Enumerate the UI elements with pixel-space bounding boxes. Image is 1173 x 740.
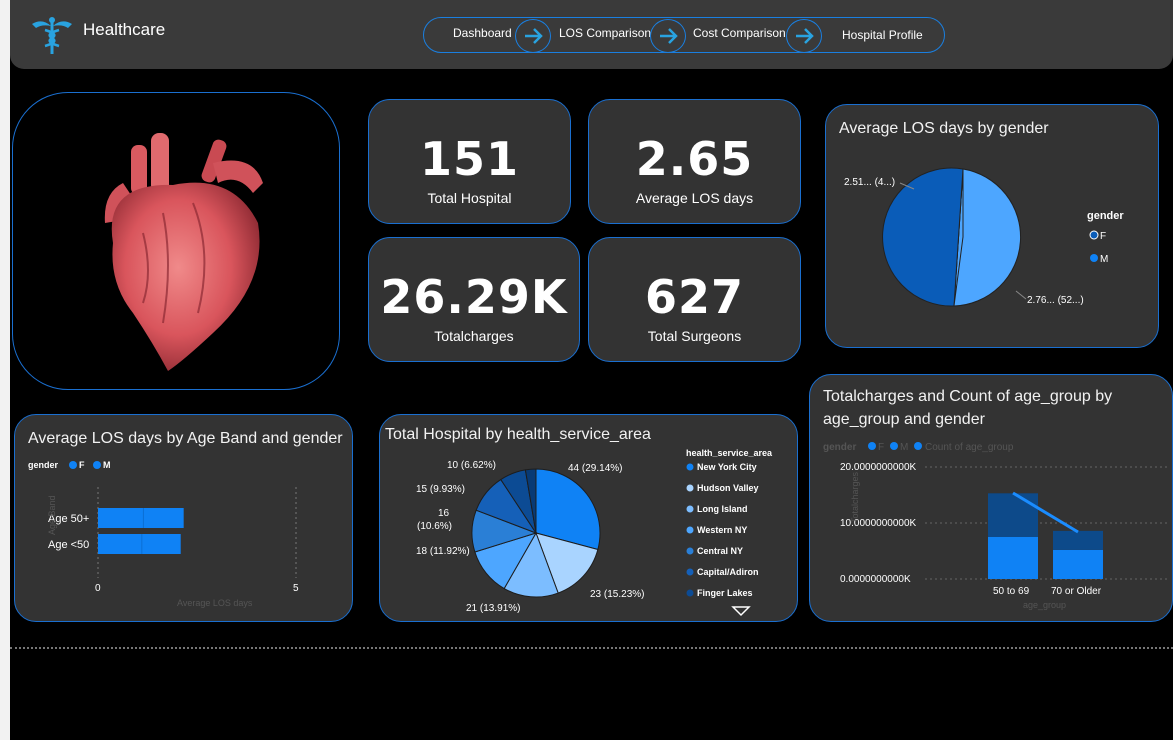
kpi-total-surgeons: 627 Total Surgeons (588, 237, 801, 362)
legend-item: New York City (697, 462, 757, 472)
legend-item: Western NY (697, 525, 747, 535)
nav-arrow-2[interactable] (650, 19, 686, 53)
legend-item: Capital/Adiron (697, 567, 759, 577)
legend-dot (686, 484, 694, 492)
legend-item: Long Island (697, 504, 748, 514)
hsa-pie-chart: 44 (29.14%) 23 (15.23%) 21 (13.91%) 18 (… (416, 448, 773, 617)
kpi-totalcharges: 26.29K Totalcharges (368, 237, 580, 362)
legend-item: Finger Lakes (697, 588, 753, 598)
caduceus-icon (32, 17, 72, 54)
arrow-right-icon (796, 28, 814, 44)
kpi-average-los: 2.65 Average LOS days (588, 99, 801, 224)
gender-pie-card: Average LOS days by gender 2.51... (4...… (825, 104, 1159, 348)
legend-f: F (79, 460, 85, 470)
y-tick-20k: 20.0000000000K (840, 462, 917, 473)
nav-arrow-1[interactable] (515, 19, 551, 53)
legend-title: gender (28, 460, 59, 470)
legend-dot (686, 589, 694, 597)
kpi-label: Total Hospital (427, 190, 512, 206)
nav-cost-comparison[interactable]: Cost Comparison (693, 26, 786, 40)
page-divider (10, 647, 1173, 649)
legend-m: M (103, 460, 111, 470)
window-edge (0, 0, 10, 740)
x-tick-0: 0 (95, 583, 101, 594)
gender-pie-chart: 2.51... (4...) 2.76... (52...) gender F … (844, 167, 1124, 307)
legend-dot (686, 526, 694, 534)
pie-label-m: 2.76... (52...) (1027, 295, 1084, 306)
heart-illustration (104, 133, 263, 371)
nav-arrow-3[interactable] (786, 19, 822, 53)
category-age-under50: Age <50 (48, 539, 89, 551)
legend-title: gender (1087, 210, 1124, 222)
pie-label-capital: 15 (9.93%) (416, 484, 465, 495)
x-tick-5: 5 (293, 583, 299, 594)
bar-age50 (98, 534, 181, 554)
pie-label-western: 18 (11.92%) (416, 546, 470, 557)
x-axis-label: age_group (1023, 600, 1066, 610)
pie-label-longisland: 21 (13.91%) (466, 603, 520, 614)
y-axis-label: Age Band (47, 495, 57, 535)
legend-title: gender (823, 442, 856, 453)
legend-count: Count of age_group (925, 442, 1014, 453)
legend-m: M (900, 442, 908, 453)
kpi-label: Total Surgeons (647, 328, 742, 344)
kpi-total-hospital: 151 Total Hospital (368, 99, 571, 224)
pie-label-central: 16 (438, 508, 450, 519)
category-50-69: 50 to 69 (993, 586, 1030, 597)
legend-m: M (1100, 254, 1108, 265)
bar-f-1 (1053, 549, 1103, 579)
pie-label-hudson: 23 (15.23%) (590, 589, 644, 600)
bar-age50 (98, 508, 184, 528)
bar-f-0 (988, 537, 1038, 579)
y-axis-label: Totalcharges (850, 471, 860, 523)
bar-m-0 (988, 493, 1038, 537)
scroll-down-icon (731, 606, 751, 617)
legend-dot (686, 547, 694, 555)
nav-bar: Dashboard LOS Comparison Cost Comparison… (423, 17, 945, 53)
age-band-chart: gender F M Age 50+ Age <50 Age Band 0 5 … (28, 460, 299, 608)
nav-dashboard[interactable]: Dashboard (453, 26, 512, 40)
bar-m-1 (1053, 530, 1103, 550)
pie-label-central-pct: (10.6%) (417, 521, 452, 532)
nav-los-comparison[interactable]: LOS Comparison (559, 26, 651, 40)
legend-f: F (1100, 231, 1106, 242)
age-band-card: Average LOS days by Age Band and gender … (14, 414, 353, 622)
kpi-label: Average LOS days (635, 190, 754, 206)
legend-f: F (878, 442, 884, 453)
heart-image-card (12, 92, 340, 390)
category-70-older: 70 or Older (1051, 586, 1102, 597)
kpi-value: 627 (644, 270, 745, 324)
pie-label-nyc: 44 (29.14%) (568, 463, 622, 474)
legend-dot (686, 568, 694, 576)
kpi-value: 2.65 (635, 132, 754, 186)
legend-dot (686, 463, 694, 471)
charges-card: Totalcharges and Count of age_group by a… (809, 374, 1173, 622)
nav-hospital-profile[interactable]: Hospital Profile (842, 28, 923, 42)
legend-title: health_service_area (686, 448, 773, 458)
legend-item: Hudson Valley (697, 483, 759, 493)
header-bar: Healthcare Dashboard LOS Comparison Cost… (10, 0, 1173, 69)
hsa-pie-card: Total Hospital by health_service_area 44… (379, 414, 798, 622)
pie-label-finger: 10 (6.62%) (447, 460, 496, 471)
app-title: Healthcare (83, 20, 166, 39)
x-axis-label: Average LOS days (177, 598, 253, 608)
pie-label-f: 2.51... (4...) (844, 177, 895, 188)
charges-chart: gender F M Count of age_group 20.0000000… (823, 442, 1170, 610)
kpi-label: Totalcharges (434, 328, 514, 344)
kpi-value: 26.29K (380, 270, 568, 324)
legend-item: Central NY (697, 546, 743, 556)
kpi-value: 151 (419, 132, 520, 186)
arrow-right-icon (660, 28, 678, 44)
y-tick-0k: 0.0000000000K (840, 574, 911, 585)
arrow-right-icon (525, 28, 543, 44)
legend-dot (686, 505, 694, 513)
